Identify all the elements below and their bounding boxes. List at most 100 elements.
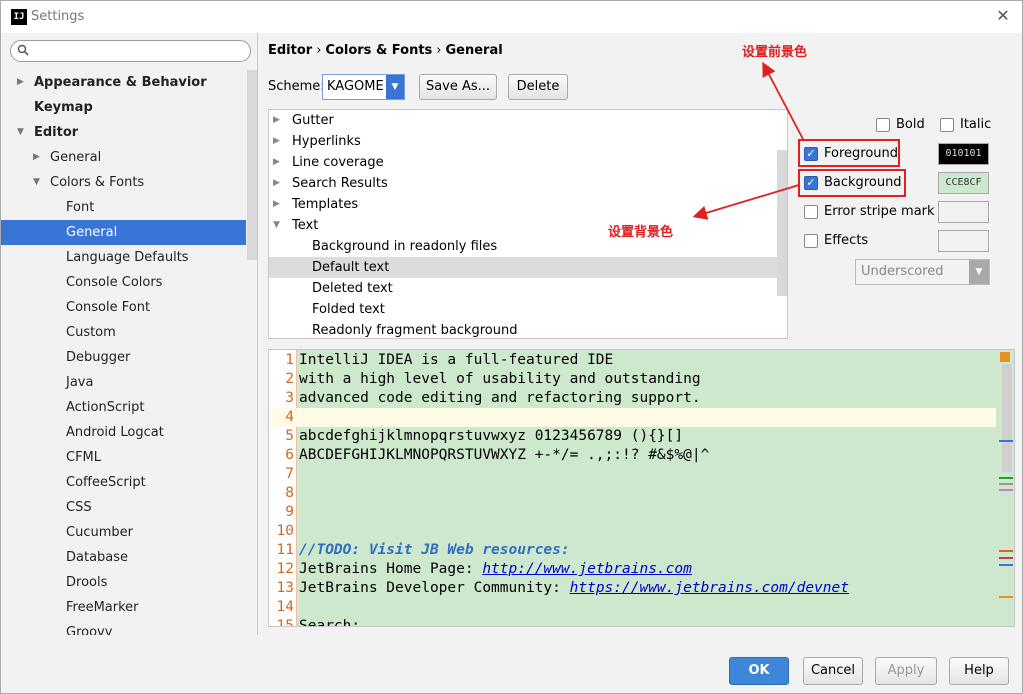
category-item[interactable]: ▶ Line coverage — [269, 152, 787, 173]
background-label: Background — [824, 175, 902, 190]
intellij-app-icon: IJ — [11, 9, 27, 25]
settings-search[interactable] — [10, 40, 251, 62]
code-line: 5 abcdefghijklmnopqrstuvwxyz 0123456789 (… — [269, 427, 996, 446]
background-color-swatch[interactable]: CCE8CF — [938, 172, 989, 194]
sidebar-item[interactable]: ▼ Editor — [1, 120, 246, 145]
sidebar-item[interactable]: Cucumber — [1, 520, 246, 545]
foreground-checkbox[interactable]: ✓ — [804, 147, 818, 161]
apply-button[interactable]: Apply — [875, 657, 937, 685]
sidebar-item-label: General — [66, 225, 118, 240]
sidebar-item[interactable]: ActionScript — [1, 395, 246, 420]
code-text: JetBrains Home Page: http://www.jetbrain… — [299, 560, 692, 579]
expand-arrow-icon[interactable]: ▼ — [17, 120, 24, 145]
sidebar-item[interactable]: CoffeeScript — [1, 470, 246, 495]
category-label: Text — [292, 218, 319, 233]
sidebar-item[interactable]: Groovy — [1, 620, 246, 635]
sidebar-scrollbar[interactable] — [247, 70, 257, 260]
code-text: with a high level of usability and outst… — [299, 371, 701, 387]
sidebar-item-label: Font — [66, 200, 95, 215]
collapse-arrow-icon[interactable]: ▶ — [273, 152, 280, 173]
sidebar-item-label: Cucumber — [66, 525, 133, 540]
collapse-arrow-icon[interactable]: ▶ — [273, 173, 280, 194]
cancel-button[interactable]: Cancel — [803, 657, 863, 685]
sidebar-item[interactable]: Keymap — [1, 95, 246, 120]
collapse-arrow-icon[interactable]: ▶ — [273, 110, 280, 131]
scheme-dropdown[interactable]: KAGOME ▼ — [322, 74, 405, 100]
expand-arrow-icon[interactable]: ▼ — [273, 215, 280, 236]
title-bar: IJ Settings ✕ — [1, 1, 1022, 33]
sidebar-item-label: Android Logcat — [66, 425, 164, 440]
collapse-arrow-icon[interactable]: ▶ — [273, 131, 280, 152]
category-item[interactable]: Default text — [269, 257, 787, 278]
ok-button[interactable]: OK — [729, 657, 789, 685]
preview-scrollbar[interactable] — [1002, 364, 1012, 472]
help-button[interactable]: Help — [949, 657, 1009, 685]
category-item[interactable]: Background in readonly files — [269, 236, 787, 257]
category-item[interactable]: ▶ Templates — [269, 194, 787, 215]
foreground-color-swatch[interactable]: 010101 — [938, 143, 989, 165]
collapse-arrow-icon[interactable]: ▶ — [17, 70, 24, 95]
sidebar-item[interactable]: General — [1, 220, 246, 245]
sidebar-item[interactable]: ▼ Colors & Fonts — [1, 170, 246, 195]
category-item[interactable]: Readonly fragment background — [269, 320, 787, 338]
sidebar-item[interactable]: Debugger — [1, 345, 246, 370]
close-icon[interactable]: ✕ — [994, 7, 1012, 25]
error-stripe-color-swatch[interactable] — [938, 201, 989, 223]
effects-color-swatch[interactable] — [938, 230, 989, 252]
effect-type-dropdown[interactable]: Underscored ▼ — [855, 259, 990, 285]
breadcrumb: Editor › Colors & Fonts › General — [268, 43, 503, 58]
code-hyperlink[interactable]: http://www.jetbrains.com — [482, 561, 692, 577]
category-item[interactable]: Folded text — [269, 299, 787, 320]
sidebar-item[interactable]: Console Font — [1, 295, 246, 320]
background-checkbox[interactable]: ✓ — [804, 176, 818, 190]
delete-button[interactable]: Delete — [508, 74, 568, 100]
category-label: Templates — [292, 197, 359, 212]
sidebar-item[interactable]: Drools — [1, 570, 246, 595]
italic-checkbox[interactable] — [940, 118, 954, 132]
sidebar-item-label: Drools — [66, 575, 108, 590]
error-stripe-checkbox[interactable] — [804, 205, 818, 219]
sidebar-item[interactable]: CSS — [1, 495, 246, 520]
sidebar-item-label: Debugger — [66, 350, 131, 365]
category-item[interactable]: ▼ Text — [269, 215, 787, 236]
code-text: JetBrains Developer Community: https://w… — [299, 579, 849, 598]
code-line: 13 JetBrains Developer Community: https:/… — [269, 579, 996, 598]
category-item[interactable]: ▶ Gutter — [269, 110, 787, 131]
sidebar-item[interactable]: Java — [1, 370, 246, 395]
line-number: 14 — [276, 599, 294, 615]
breadcrumb-separator: › — [436, 43, 442, 58]
sidebar-item[interactable]: ▶ Appearance & Behavior — [1, 70, 246, 95]
line-number: 8 — [285, 485, 294, 501]
save-as-button[interactable]: Save As... — [419, 74, 497, 100]
code-text: ABCDEFGHIJKLMNOPQRSTUVWXYZ +-*/= .,;:!? … — [299, 447, 710, 463]
search-input[interactable] — [33, 43, 243, 59]
sidebar-item-label: CFML — [66, 450, 102, 465]
sidebar-item-label: CSS — [66, 500, 92, 515]
category-item[interactable]: ▶ Search Results — [269, 173, 787, 194]
expand-arrow-icon[interactable]: ▼ — [33, 170, 40, 195]
sidebar-item[interactable]: Android Logcat — [1, 420, 246, 445]
sidebar-item[interactable]: Font — [1, 195, 246, 220]
sidebar-item[interactable]: Console Colors — [1, 270, 246, 295]
bold-checkbox[interactable] — [876, 118, 890, 132]
sidebar-item[interactable]: Database — [1, 545, 246, 570]
category-item[interactable]: ▶ Hyperlinks — [269, 131, 787, 152]
code-line: 11 //TODO: Visit JB Web resources: — [269, 541, 996, 560]
collapse-arrow-icon[interactable]: ▶ — [33, 145, 40, 170]
category-item[interactable]: Deleted text — [269, 278, 787, 299]
sidebar-item-label: FreeMarker — [66, 600, 139, 615]
code-hyperlink[interactable]: https://www.jetbrains.com/devnet — [570, 580, 849, 596]
sidebar-item[interactable]: FreeMarker — [1, 595, 246, 620]
collapse-arrow-icon[interactable]: ▶ — [273, 194, 280, 215]
code-preview[interactable]: 1 IntelliJ IDEA is a full-featured IDE 2 wi… — [268, 349, 1015, 627]
error-stripe-label: Error stripe mark — [824, 204, 935, 219]
line-number: 15 — [276, 618, 294, 627]
category-scrollbar[interactable] — [777, 150, 787, 296]
sidebar-item[interactable]: Custom — [1, 320, 246, 345]
sidebar-item-label: Language Defaults — [66, 250, 189, 265]
category-label: Readonly fragment background — [312, 323, 518, 338]
sidebar-item[interactable]: Language Defaults — [1, 245, 246, 270]
sidebar-item[interactable]: CFML — [1, 445, 246, 470]
sidebar-item[interactable]: ▶ General — [1, 145, 246, 170]
effects-checkbox[interactable] — [804, 234, 818, 248]
